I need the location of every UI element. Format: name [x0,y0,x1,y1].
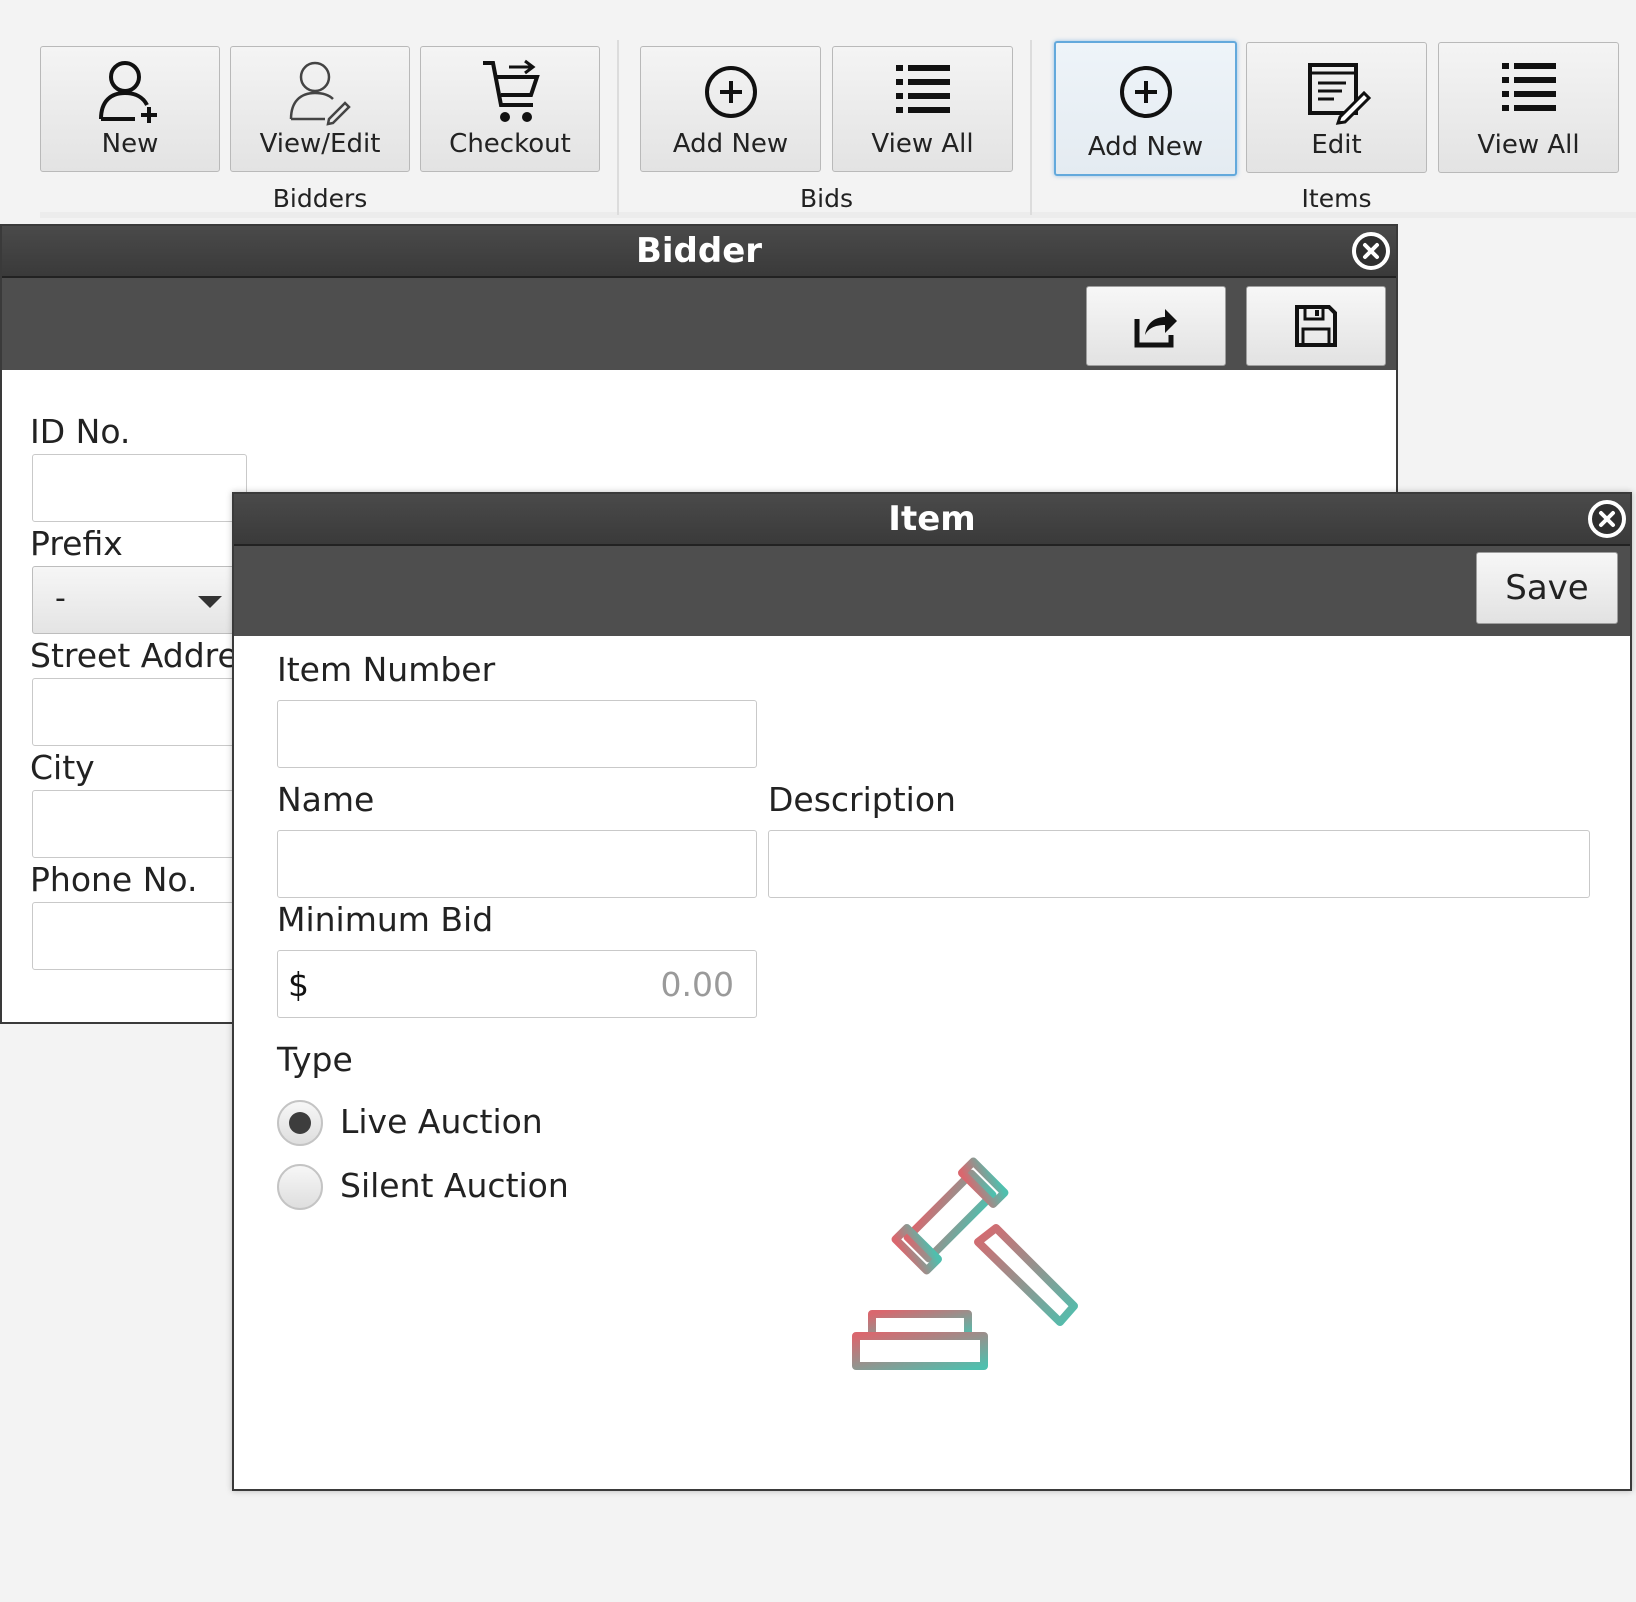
bidder-window-title: Bidder [635,231,763,271]
radio-selected-dot [289,1112,311,1134]
item-window-titlebar[interactable]: Item [234,494,1630,546]
silent-auction-label: Silent Auction [340,1166,569,1205]
bidder-save-button[interactable] [1246,286,1386,366]
items-view-all-button[interactable]: View All [1438,42,1619,173]
group-separator [617,40,619,215]
bidder-window-toolbar [2,278,1396,370]
ribbon-toolbar: New View/Edit Checkout Bidders Add New V… [0,0,1636,222]
city-label: City [30,748,95,787]
edit-document-icon [1307,63,1371,125]
id-no-label: ID No. [30,412,131,451]
bidders-new-label: New [101,129,159,159]
type-label: Type [277,1040,353,1079]
user-add-icon [99,61,157,123]
bids-view-all-label: View All [871,129,974,159]
minimum-bid-placeholder: 0.00 [660,965,734,1004]
user-edit-icon [289,61,351,126]
close-icon[interactable] [1588,500,1626,538]
id-no-input[interactable] [32,454,247,522]
bidder-share-button[interactable] [1086,286,1226,366]
name-input[interactable] [277,830,757,898]
group-label-bids: Bids [800,184,853,213]
minimum-bid-label: Minimum Bid [277,900,494,939]
group-separator [1030,40,1032,215]
bids-add-new-label: Add New [672,129,789,159]
bidders-checkout-label: Checkout [449,129,571,159]
close-icon[interactable] [1352,232,1390,270]
city-input[interactable] [32,790,247,858]
items-edit-label: Edit [1311,130,1362,160]
silent-auction-radio[interactable] [277,1164,323,1210]
group-label-items: Items [1301,184,1372,213]
plus-circle-icon [704,66,757,118]
item-number-label: Item Number [277,650,496,689]
plus-circle-icon [1119,66,1172,118]
minimum-bid-input[interactable]: $ 0.00 [277,950,757,1018]
items-add-new-button[interactable]: Add New [1054,41,1237,176]
bids-add-new-button[interactable]: Add New [640,46,821,172]
save-icon [1295,305,1337,347]
bidders-new-button[interactable]: New [40,46,220,172]
bidders-checkout-button[interactable]: Checkout [420,46,600,172]
item-window-title: Item [888,499,976,539]
group-label-bidders: Bidders [272,184,368,213]
list-icon [1501,63,1556,111]
prefix-select[interactable]: - [32,566,247,634]
chevron-down-icon [198,596,222,608]
cart-icon [483,59,540,122]
description-input[interactable] [768,830,1590,898]
bidder-window-titlebar[interactable]: Bidder [2,226,1396,278]
share-icon [1134,309,1177,348]
gavel-icon [852,1157,1078,1370]
prefix-label: Prefix [30,524,123,563]
prefix-select-value: - [55,581,66,616]
bids-view-all-button[interactable]: View All [832,46,1013,172]
items-edit-button[interactable]: Edit [1246,42,1427,173]
list-icon [895,65,950,113]
currency-symbol: $ [288,965,309,1004]
items-view-all-label: View All [1477,130,1580,160]
item-window: Item Save Item Number Name Description M… [232,492,1632,1491]
phone-no-label: Phone No. [30,860,198,899]
item-number-input[interactable] [277,700,757,768]
item-window-toolbar: Save [234,546,1630,636]
item-save-button[interactable]: Save [1476,552,1618,624]
description-label: Description [768,780,956,819]
name-label: Name [277,780,375,819]
street-address-input[interactable] [32,678,247,746]
bidders-view-edit-button[interactable]: View/Edit [230,46,410,172]
live-auction-radio[interactable] [277,1100,323,1146]
bidders-view-edit-label: View/Edit [259,129,381,159]
phone-no-input[interactable] [32,902,247,970]
street-address-label: Street Addre [30,636,238,675]
items-add-new-label: Add New [1087,132,1204,162]
live-auction-label: Live Auction [340,1102,543,1141]
